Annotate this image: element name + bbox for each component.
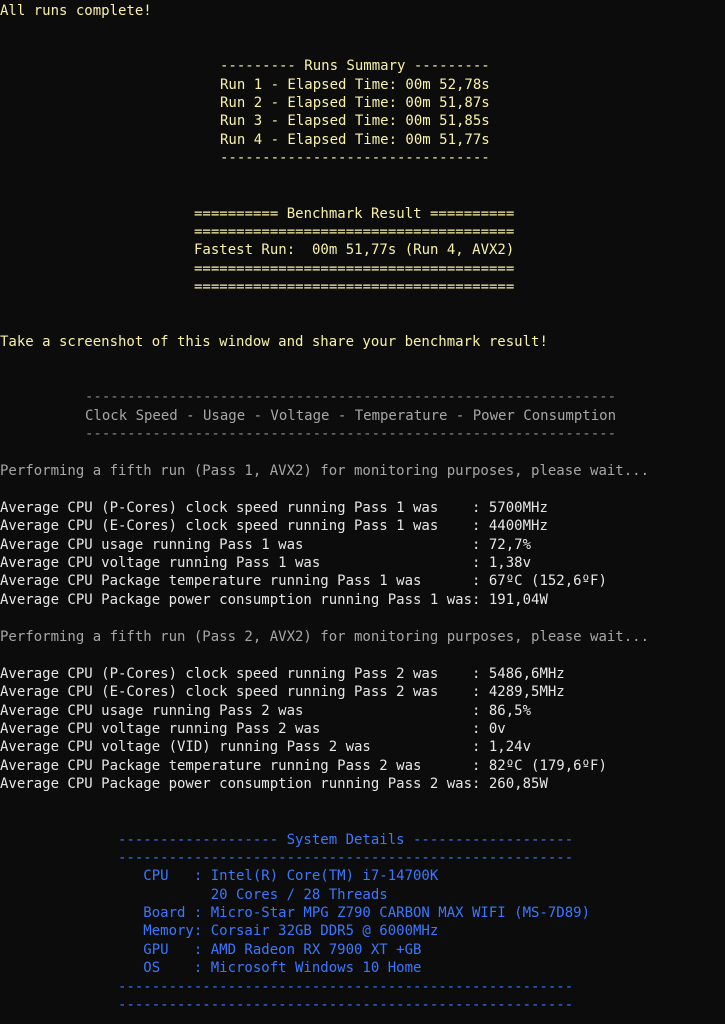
pass-2-vid-voltage: Average CPU voltage (VID) running Pass 2… bbox=[0, 739, 532, 755]
system-cpu-row: CPU : Intel(R) Core(TM) i7-14700K bbox=[118, 868, 439, 884]
pass-1-p-core-clock: Average CPU (P-Cores) clock speed runnin… bbox=[0, 500, 548, 516]
system-cores-row: 20 Cores / 28 Threads bbox=[118, 887, 388, 903]
pass-2-p-core-clock: Average CPU (P-Cores) clock speed runnin… bbox=[0, 666, 565, 682]
system-details-rule-top: ----------------------------------------… bbox=[118, 850, 574, 866]
pass-1-power: Average CPU Package power consumption ru… bbox=[0, 592, 548, 608]
system-board-row: Board : Micro-Star MPG Z790 CARBON MAX W… bbox=[118, 905, 591, 921]
pass-2-power: Average CPU Package power consumption ru… bbox=[0, 776, 548, 792]
system-details-rule-1: ----------------------------------------… bbox=[118, 979, 574, 995]
run-4-line: Run 4 - Elapsed Time: 00m 51,77s bbox=[220, 132, 490, 148]
run-3-line: Run 3 - Elapsed Time: 00m 51,85s bbox=[220, 113, 490, 129]
monitoring-heading: Clock Speed - Usage - Voltage - Temperat… bbox=[85, 408, 617, 424]
system-memory-row: Memory: Corsair 32GB DDR5 @ 6000MHz bbox=[118, 923, 439, 939]
runs-summary-title: --------- Runs Summary --------- bbox=[220, 58, 490, 74]
system-gpu-row: GPU : AMD Radeon RX 7900 XT +GB bbox=[118, 942, 422, 958]
completion-message: All runs complete! bbox=[0, 3, 152, 19]
runs-summary-bottom-rule: -------------------------------- bbox=[220, 150, 490, 166]
pass-1-voltage: Average CPU voltage running Pass 1 was :… bbox=[0, 555, 532, 571]
fastest-run-line: Fastest Run: 00m 51,77s (Run 4, AVX2) bbox=[194, 242, 515, 258]
pass-2-temperature: Average CPU Package temperature running … bbox=[0, 758, 607, 774]
pass-2-voltage: Average CPU voltage running Pass 2 was :… bbox=[0, 721, 506, 737]
pass-1-temperature: Average CPU Package temperature running … bbox=[0, 573, 607, 589]
benchmark-rule-1: ====================================== bbox=[194, 224, 515, 240]
pass-1-e-core-clock: Average CPU (E-Cores) clock speed runnin… bbox=[0, 518, 548, 534]
monitoring-top-rule: ----------------------------------------… bbox=[85, 389, 617, 405]
benchmark-rule-2: ====================================== bbox=[194, 261, 515, 277]
system-os-row: OS : Microsoft Windows 10 Home bbox=[118, 960, 422, 976]
pass-2-e-core-clock: Average CPU (E-Cores) clock speed runnin… bbox=[0, 684, 565, 700]
pass-2-status: Performing a fifth run (Pass 2, AVX2) fo… bbox=[0, 629, 650, 645]
run-2-line: Run 2 - Elapsed Time: 00m 51,87s bbox=[220, 95, 490, 111]
monitoring-bottom-rule: ----------------------------------------… bbox=[85, 426, 617, 442]
share-message: Take a screenshot of this window and sha… bbox=[0, 334, 548, 350]
system-details-title: ------------------- System Details -----… bbox=[118, 832, 574, 848]
run-1-line: Run 1 - Elapsed Time: 00m 52,78s bbox=[220, 77, 490, 93]
pass-2-usage: Average CPU usage running Pass 2 was : 8… bbox=[0, 703, 532, 719]
system-details-rule-2: ----------------------------------------… bbox=[118, 997, 574, 1013]
pass-1-usage: Average CPU usage running Pass 1 was : 7… bbox=[0, 537, 532, 553]
benchmark-rule-3: ====================================== bbox=[194, 279, 515, 295]
pass-1-status: Performing a fifth run (Pass 1, AVX2) fo… bbox=[0, 463, 650, 479]
benchmark-result-title: ========== Benchmark Result ========== bbox=[194, 206, 515, 222]
